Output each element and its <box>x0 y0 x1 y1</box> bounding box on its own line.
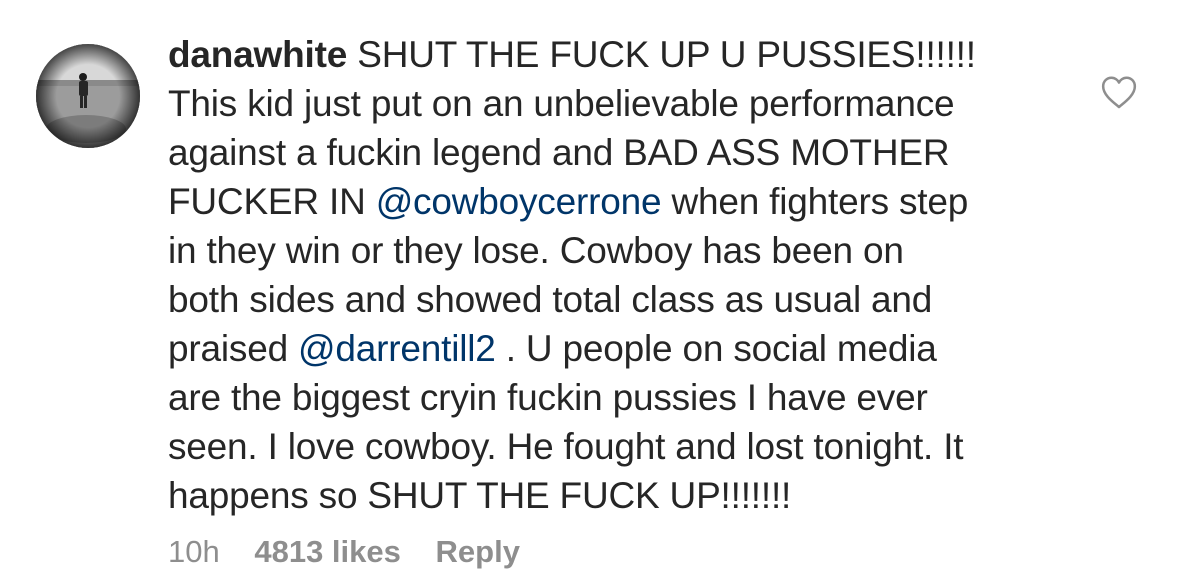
comment-timestamp: 10h <box>168 534 220 569</box>
comment-segment: both sides and showed total class as usu… <box>168 279 933 320</box>
comment-line-5: in they win or they lose. Cowboy has bee… <box>168 226 1068 275</box>
comment-segment: happens so SHUT THE FUCK UP!!!!!!! <box>168 475 792 516</box>
comment: danawhite SHUT THE FUCK UP U PUSSIES!!!!… <box>0 0 1200 588</box>
comment-segment: This kid just put on an unbelievable per… <box>168 83 955 124</box>
likes-count-button[interactable]: 4813 likes <box>254 534 401 569</box>
comment-segment: when fighters step <box>661 181 969 222</box>
comment-text: danawhite SHUT THE FUCK UP U PUSSIES!!!!… <box>168 30 1068 520</box>
comment-segment: seen. I love cowboy. He fought and lost … <box>168 426 964 467</box>
reply-button[interactable]: Reply <box>436 534 520 569</box>
comment-line-8: are the biggest cryin fuckin pussies I h… <box>168 373 1068 422</box>
mention-link-cowboycerrone[interactable]: @cowboycerrone <box>376 181 662 222</box>
comment-segment: in they win or they lose. Cowboy has bee… <box>168 230 904 271</box>
mention-link-darrentill2[interactable]: @darrentill2 <box>298 328 496 369</box>
comment-meta: 10h 4813 likes Reply <box>168 530 546 574</box>
comment-segment: SHUT THE FUCK UP U PUSSIES!!!!!! <box>357 34 976 75</box>
comment-segment: are the biggest cryin fuckin pussies I h… <box>168 377 928 418</box>
comment-username[interactable]: danawhite <box>168 34 347 75</box>
comment-line-10: happens so SHUT THE FUCK UP!!!!!!! <box>168 471 1068 520</box>
comment-segment: praised <box>168 328 299 369</box>
comment-line-1: danawhite SHUT THE FUCK UP U PUSSIES!!!!… <box>168 30 1068 79</box>
comment-line-9: seen. I love cowboy. He fought and lost … <box>168 422 1068 471</box>
comment-segment: FUCKER IN <box>168 181 376 222</box>
comment-segment: . U people on social media <box>495 328 937 369</box>
comment-line-4: FUCKER IN @cowboycerrone when fighters s… <box>168 177 1068 226</box>
comment-line-2: This kid just put on an unbelievable per… <box>168 79 1068 128</box>
heart-outline-icon[interactable] <box>1100 74 1138 110</box>
avatar-photo <box>36 44 140 148</box>
comment-line-6: both sides and showed total class as usu… <box>168 275 1068 324</box>
profile-avatar[interactable] <box>36 44 140 148</box>
comment-segment: against a fuckin legend and BAD ASS MOTH… <box>168 132 950 173</box>
comment-line-3: against a fuckin legend and BAD ASS MOTH… <box>168 128 1068 177</box>
comment-line-7: praised @darrentill2 . U people on socia… <box>168 324 1068 373</box>
